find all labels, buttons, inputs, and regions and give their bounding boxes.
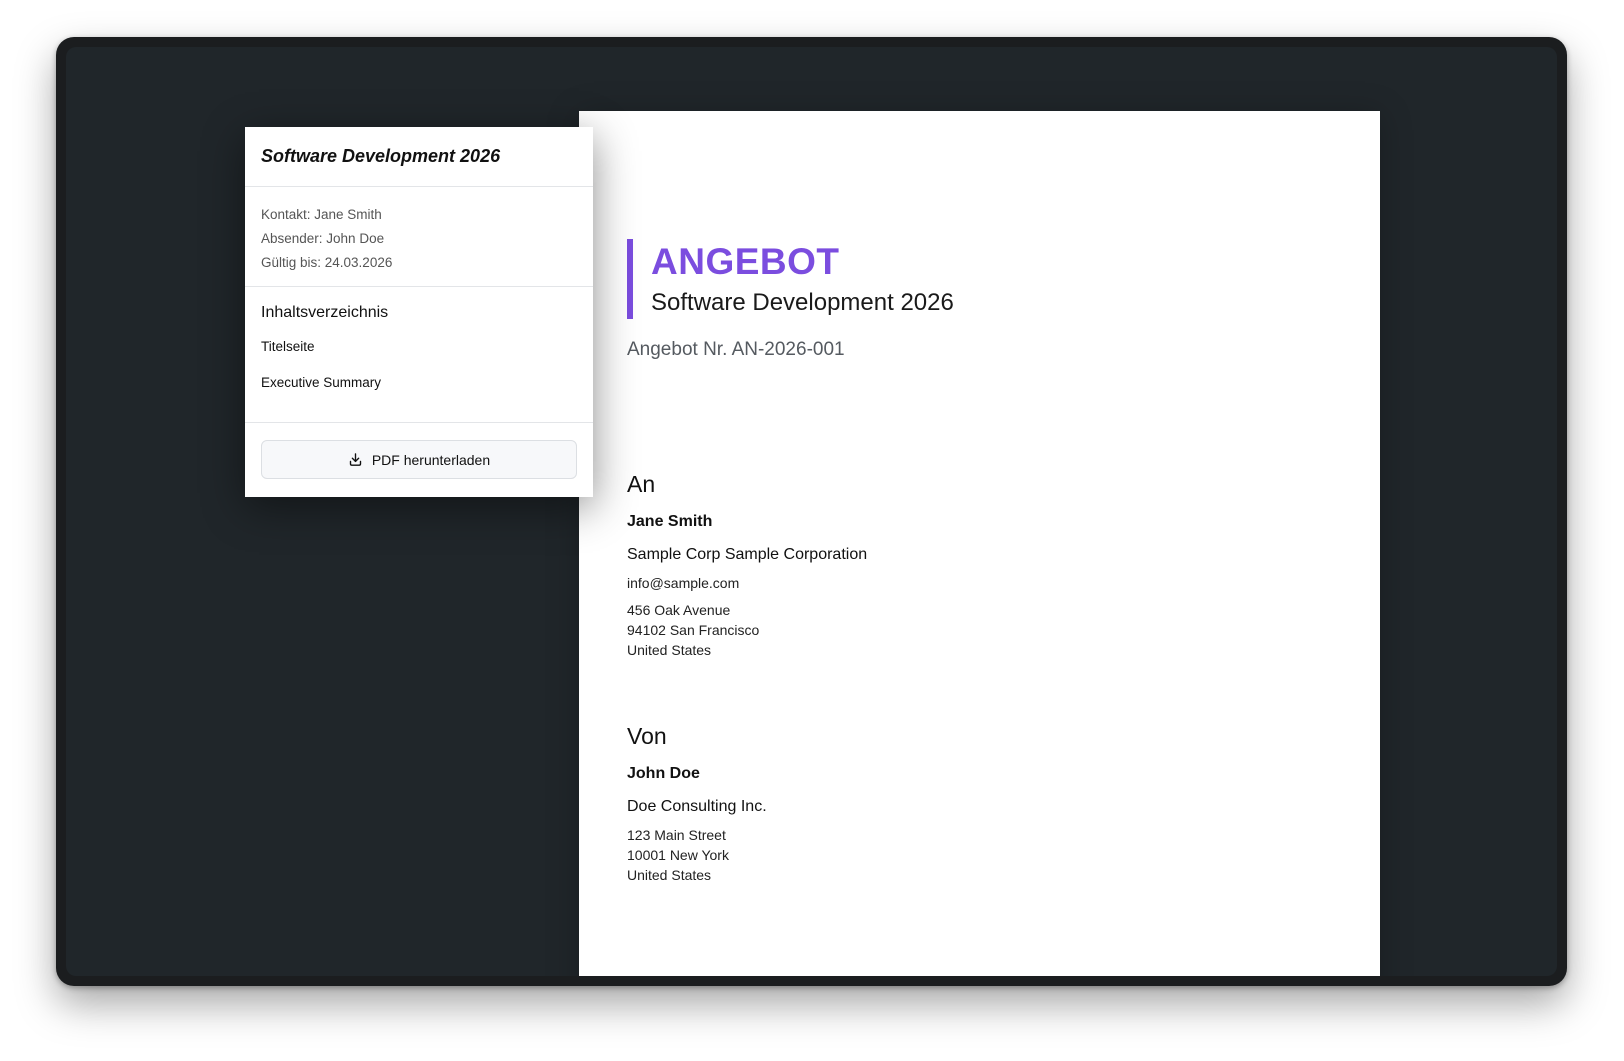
sender-heading: Von (627, 723, 667, 749)
sender-address-line: 123 Main Street (627, 826, 726, 843)
meta-valid-until: Gültig bis: 24.03.2026 (261, 255, 393, 270)
sender-company: Doe Consulting Inc. (627, 797, 767, 815)
sender-name: John Doe (627, 764, 700, 782)
document-page[interactable]: ANGEBOT Software Development 2026 Angebo… (579, 111, 1380, 976)
panel-meta: Kontakt: Jane Smith Absender: John Doe G… (245, 187, 593, 287)
toc-heading: Inhaltsverzeichnis (261, 304, 389, 321)
download-pdf-label: PDF herunterladen (371, 451, 491, 468)
recipient-address-line: 94102 San Francisco (627, 621, 760, 638)
recipient-email: info@sample.com (627, 574, 740, 591)
document-title: Software Development 2026 (651, 289, 954, 316)
panel-header: Software Development 2026 (245, 127, 593, 187)
download-pdf-button[interactable]: PDF herunterladen (261, 440, 577, 479)
meta-contact: Kontakt: Jane Smith (261, 207, 382, 222)
document-type-label: ANGEBOT (651, 241, 840, 282)
download-icon (348, 452, 363, 467)
recipient-address-line: United States (627, 641, 712, 658)
toc-item-titelseite[interactable]: Titelseite (261, 337, 577, 357)
recipient-address: 456 Oak Avenue 94102 San Francisco Unite… (627, 600, 867, 660)
device-frame: ANGEBOT Software Development 2026 Angebo… (56, 37, 1567, 986)
offer-number: Angebot Nr. AN-2026-001 (627, 339, 845, 360)
title-block: ANGEBOT Software Development 2026 (627, 239, 954, 319)
panel-footer: PDF herunterladen (245, 423, 593, 495)
panel-title: Software Development 2026 (261, 146, 501, 166)
sender-address: 123 Main Street 10001 New York United St… (627, 825, 767, 885)
document-info-panel: Software Development 2026 Kontakt: Jane … (245, 127, 593, 497)
sender-address-line: United States (627, 866, 712, 883)
recipient-section: An Jane Smith Sample Corp Sample Corpora… (627, 471, 867, 660)
recipient-company: Sample Corp Sample Corporation (627, 545, 868, 563)
meta-sender: Absender: John Doe (261, 231, 385, 246)
screen: ANGEBOT Software Development 2026 Angebo… (66, 47, 1557, 976)
recipient-heading: An (627, 471, 656, 497)
recipient-address-line: 456 Oak Avenue (627, 601, 731, 618)
sender-address-line: 10001 New York (627, 846, 729, 863)
table-of-contents: Inhaltsverzeichnis Titelseite Executive … (245, 287, 593, 423)
recipient-name: Jane Smith (627, 512, 713, 530)
sender-section: Von John Doe Doe Consulting Inc. 123 Mai… (627, 723, 767, 885)
toc-item-executive-summary[interactable]: Executive Summary (261, 373, 577, 393)
